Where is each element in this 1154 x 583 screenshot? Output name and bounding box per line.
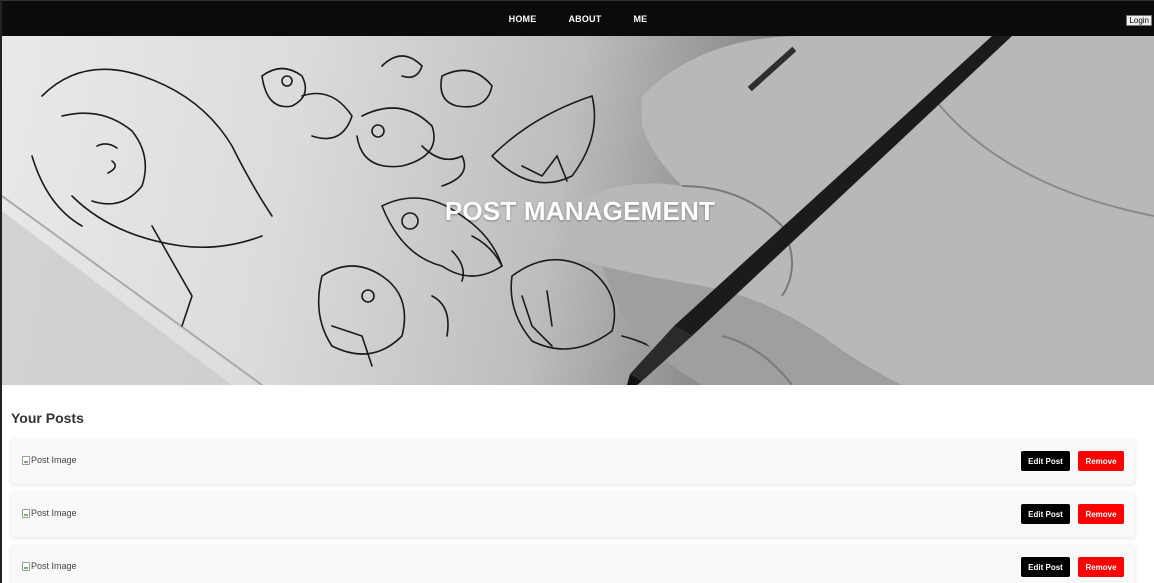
post-image-alt: Post Image <box>31 455 77 465</box>
page: HOME ABOUT ME Login POST MANAGEMENT Your… <box>0 0 1154 583</box>
post-image: Post Image <box>22 455 77 465</box>
remove-post-button[interactable]: Remove <box>1078 504 1124 524</box>
broken-image-icon <box>22 561 30 571</box>
edit-post-button[interactable]: Edit Post <box>1021 451 1070 471</box>
edit-post-button[interactable]: Edit Post <box>1021 557 1070 577</box>
remove-post-button[interactable]: Remove <box>1078 451 1124 471</box>
broken-image-icon <box>22 508 30 518</box>
edit-post-button[interactable]: Edit Post <box>1021 504 1070 524</box>
post-card: Post Image Edit Post Remove <box>11 545 1135 583</box>
nav-link-me[interactable]: ME <box>617 14 663 24</box>
login-button[interactable]: Login <box>1126 15 1152 26</box>
section-title: Your Posts <box>11 410 84 426</box>
navbar: HOME ABOUT ME Login <box>2 1 1154 36</box>
post-card: Post Image Edit Post Remove <box>11 439 1135 484</box>
nav-link-home[interactable]: HOME <box>493 14 553 24</box>
post-image-alt: Post Image <box>31 561 77 571</box>
nav-link-about[interactable]: ABOUT <box>552 14 617 24</box>
remove-post-button[interactable]: Remove <box>1078 557 1124 577</box>
hero-banner: POST MANAGEMENT <box>2 36 1154 385</box>
broken-image-icon <box>22 455 30 465</box>
nav-links: HOME ABOUT ME <box>2 1 1154 36</box>
post-card: Post Image Edit Post Remove <box>11 492 1135 537</box>
post-image-alt: Post Image <box>31 508 77 518</box>
post-image: Post Image <box>22 508 77 518</box>
post-image: Post Image <box>22 561 77 571</box>
hero-title: POST MANAGEMENT <box>444 196 716 226</box>
posts-section: Your Posts Post Image Edit Post Remove P… <box>2 385 1154 583</box>
